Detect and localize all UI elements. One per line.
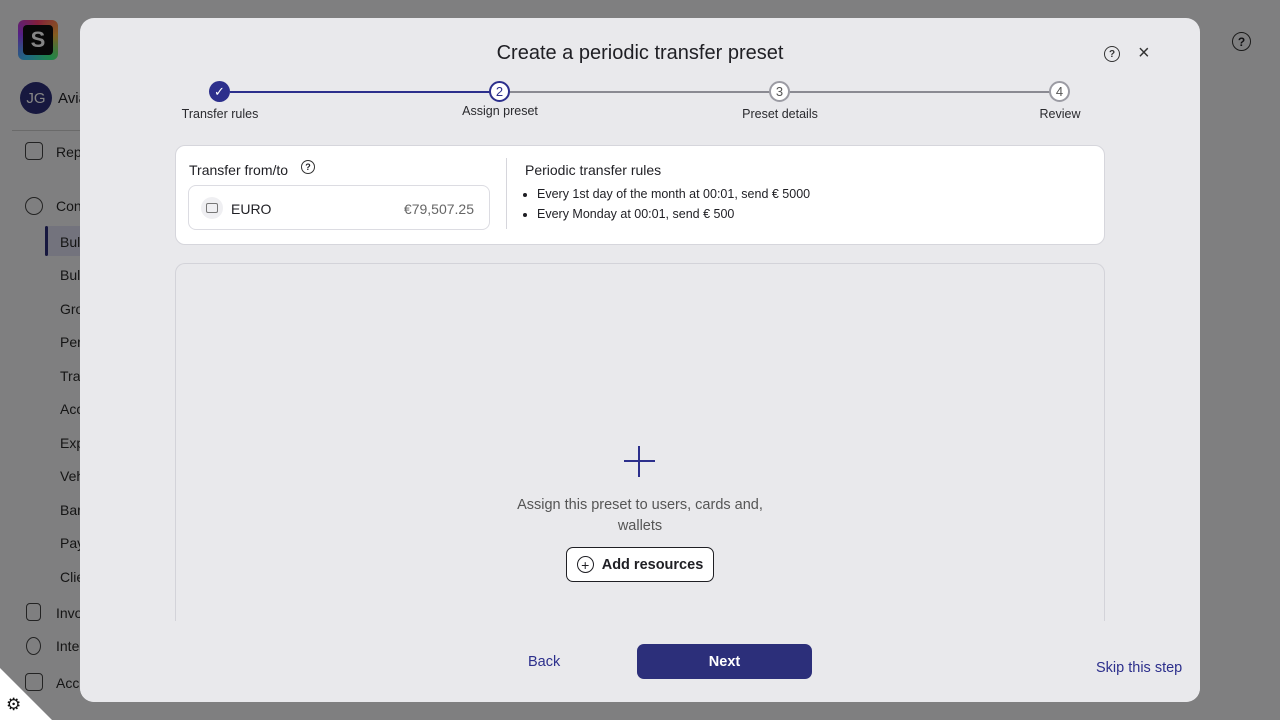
plus-icon bbox=[624, 446, 655, 477]
transfer-summary-card: Transfer from/to ? EURO €79,507.25 Perio… bbox=[175, 145, 1105, 245]
wallet-icon bbox=[201, 197, 223, 219]
step-1-label[interactable]: Transfer rules bbox=[182, 107, 259, 121]
periodic-rules-list: Every 1st day of the month at 00:01, sen… bbox=[537, 187, 810, 227]
wallet-card: EURO €79,507.25 bbox=[188, 185, 490, 230]
close-icon[interactable]: × bbox=[1138, 43, 1150, 63]
gear-icon: ⚙ bbox=[6, 695, 22, 714]
periodic-rules-title: Periodic transfer rules bbox=[525, 162, 662, 178]
assign-preset-text: Assign this preset to users, cards and, … bbox=[517, 497, 763, 534]
step-4-label[interactable]: Review bbox=[1040, 107, 1081, 121]
step-1-check-icon[interactable]: ✓ bbox=[209, 81, 230, 102]
plus-circle-icon: + bbox=[576, 556, 594, 573]
help-icon[interactable]: ? bbox=[301, 160, 315, 174]
step-4-number[interactable]: 4 bbox=[1049, 81, 1070, 102]
wallet-name: EURO bbox=[231, 201, 272, 217]
stepper-line bbox=[510, 91, 770, 93]
stepper-line-complete bbox=[230, 91, 490, 93]
stepper-line bbox=[790, 91, 1050, 93]
step-3-number[interactable]: 3 bbox=[769, 81, 790, 102]
step-3-label[interactable]: Preset details bbox=[742, 107, 818, 121]
step-2-label[interactable]: Assign preset bbox=[462, 104, 538, 118]
create-preset-modal: Create a periodic transfer preset ? × ✓ … bbox=[80, 18, 1200, 702]
wallet-balance: €79,507.25 bbox=[403, 201, 474, 217]
add-resources-button[interactable]: + Add resources bbox=[566, 547, 714, 582]
next-button[interactable]: Next bbox=[637, 644, 812, 679]
add-resources-label: Add resources bbox=[601, 556, 704, 573]
skip-step-button[interactable]: Skip this step bbox=[1096, 660, 1182, 676]
transfer-from-to-label: Transfer from/to bbox=[189, 162, 289, 178]
back-button[interactable]: Back bbox=[528, 654, 560, 670]
list-item: Every 1st day of the month at 00:01, sen… bbox=[537, 187, 810, 201]
summary-divider bbox=[506, 158, 507, 229]
step-2-number[interactable]: 2 bbox=[489, 81, 510, 102]
help-icon[interactable]: ? bbox=[1104, 46, 1120, 62]
list-item: Every Monday at 00:01, send € 500 bbox=[537, 207, 810, 221]
modal-title: Create a periodic transfer preset bbox=[496, 42, 784, 64]
